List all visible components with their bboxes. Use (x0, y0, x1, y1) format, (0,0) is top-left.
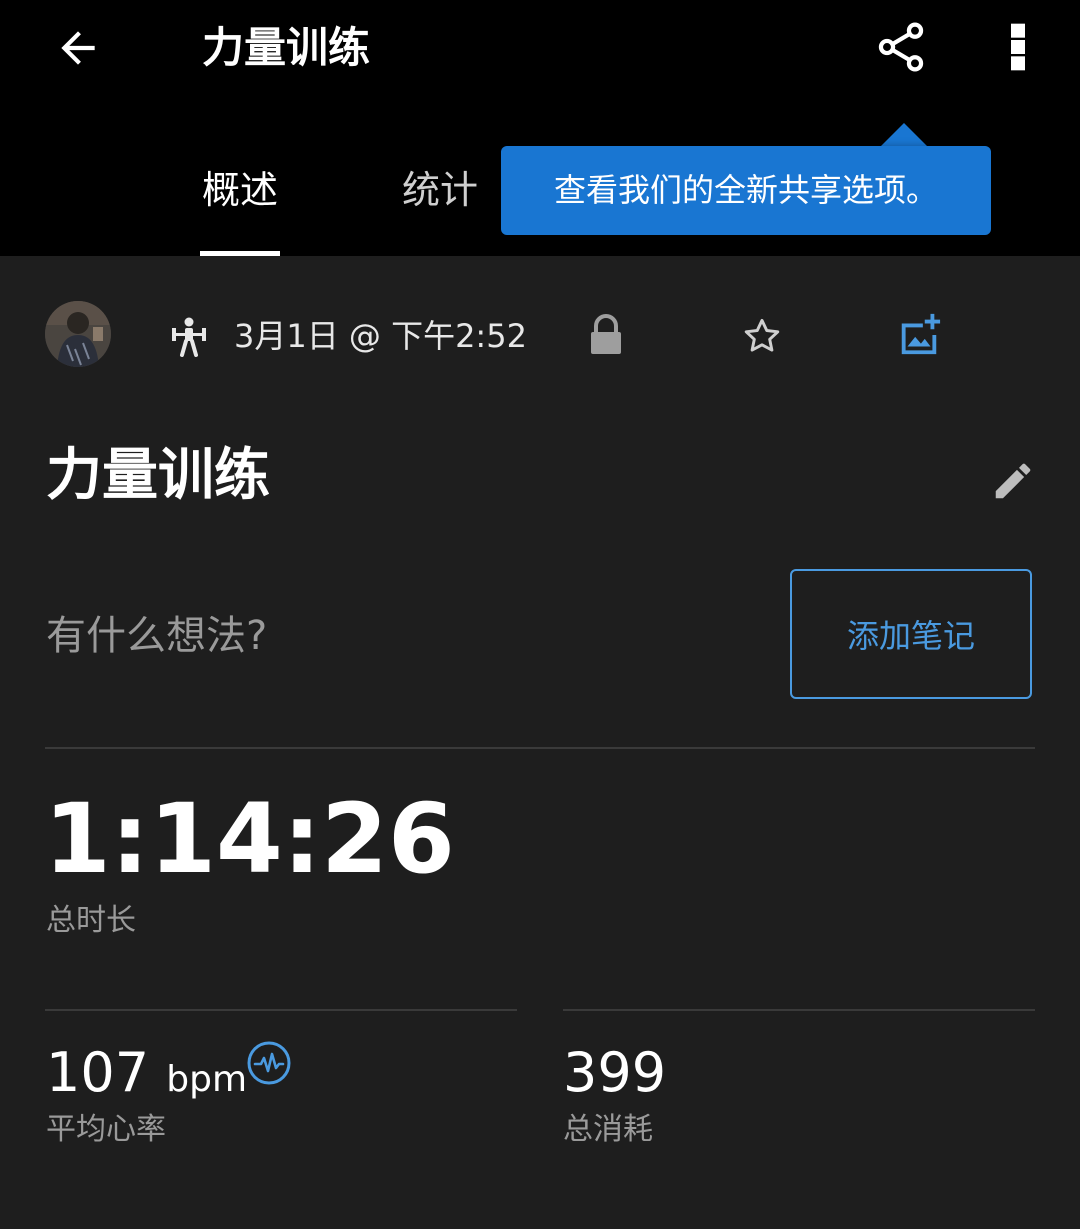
duration-value: 1:14:26 (44, 783, 455, 895)
divider (45, 747, 1035, 749)
more-vert-icon (1011, 23, 1025, 71)
divider-right (563, 1009, 1035, 1011)
page-title: 力量训练 (202, 23, 371, 72)
notes-prompt: 有什么想法? (46, 613, 268, 659)
heart-rate-unit: bpm (166, 1059, 248, 1100)
heart-rate-value: 107 bpm (46, 1040, 247, 1113)
star-outline-icon (744, 318, 780, 352)
heart-rate-number: 107 (46, 1041, 150, 1104)
tab-stats[interactable]: 统计 (402, 160, 478, 220)
divider-left (45, 1009, 517, 1011)
duration-label: 总时长 (46, 903, 136, 938)
calories-value: 399 (563, 1041, 667, 1104)
heart-rate-icon[interactable] (246, 1040, 292, 1086)
add-photo-icon (901, 313, 941, 355)
add-note-button[interactable]: 添加笔记 (790, 569, 1032, 699)
back-button[interactable] (48, 18, 108, 78)
activity-name: 力量训练 (46, 443, 270, 508)
more-options-button[interactable] (994, 14, 1042, 80)
share-tooltip[interactable]: 查看我们的全新共享选项。 (501, 146, 991, 235)
star-button[interactable] (740, 314, 784, 358)
edit-name-button[interactable] (990, 458, 1036, 504)
share-icon (878, 22, 924, 72)
lock-icon[interactable] (588, 314, 624, 358)
active-tab-indicator (200, 251, 280, 256)
tooltip-text: 查看我们的全新共享选项。 (553, 171, 938, 209)
user-photo (45, 301, 111, 367)
pencil-icon (995, 463, 1031, 499)
calories-label: 总消耗 (563, 1112, 653, 1147)
activity-datetime: 3月1日 @ 下午2:52 (234, 317, 527, 355)
add-photo-button[interactable] (896, 312, 942, 358)
tab-overview[interactable]: 概述 (200, 160, 280, 220)
arrow-left-icon (61, 31, 95, 65)
tooltip-arrow (880, 123, 928, 147)
heart-rate-label: 平均心率 (46, 1112, 166, 1147)
strength-training-icon (170, 315, 208, 357)
share-button[interactable] (868, 14, 934, 80)
avatar[interactable] (45, 301, 111, 367)
